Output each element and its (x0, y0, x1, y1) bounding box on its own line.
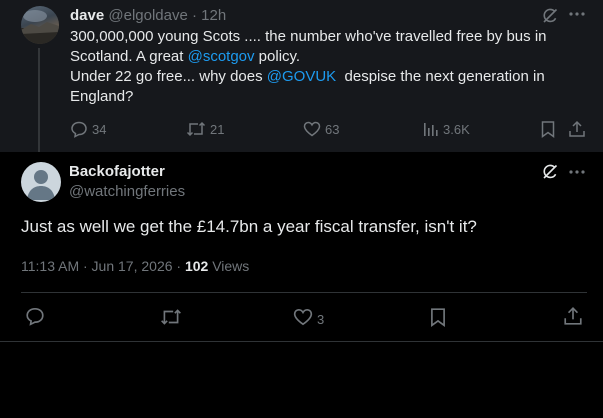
views-icon (421, 120, 439, 138)
grok-icon[interactable] (541, 7, 559, 25)
tweet-text-line: Scotland. A great @scotgov policy. (70, 47, 595, 67)
like-button[interactable]: 3 (293, 307, 324, 327)
mention-govuk[interactable]: @GOVUK (267, 68, 336, 85)
repost-count: 21 (210, 121, 225, 137)
avatar[interactable] (21, 6, 59, 44)
divider (0, 341, 603, 342)
views-count: 3.6K (443, 121, 470, 137)
share-icon[interactable] (563, 306, 583, 326)
reply-button[interactable]: 34 (70, 120, 106, 138)
repost-button[interactable]: 21 (186, 120, 224, 138)
divider (21, 292, 587, 293)
tweet-text-segment: Scotland. A great (70, 48, 188, 65)
mention-scotgov[interactable]: @scotgov (188, 48, 255, 65)
views-label: Views (208, 258, 250, 274)
like-count: 63 (325, 121, 340, 137)
bookmark-icon[interactable] (428, 307, 448, 327)
handle[interactable]: @watchingferries (69, 183, 185, 200)
avatar[interactable] (21, 162, 61, 202)
time[interactable]: 12h (201, 7, 226, 24)
like-button[interactable]: 63 (303, 120, 339, 138)
tweet-text-segment: Under 22 go free... why does (70, 68, 267, 85)
author-line: dave @elgoldave · 12h (70, 7, 226, 24)
more-icon[interactable] (569, 170, 585, 174)
tweet-text: 300,000,000 young Scots .... the number … (70, 27, 595, 107)
tweet-text-line: Under 22 go free... why does @GOVUK desp… (70, 67, 595, 87)
reply-icon[interactable] (25, 306, 45, 326)
like-count: 3 (317, 311, 325, 327)
repost-icon[interactable] (160, 307, 182, 327)
like-icon (293, 307, 313, 327)
tweet-text-line: England? (70, 88, 134, 105)
handle[interactable]: @elgoldave (108, 7, 187, 24)
display-name[interactable]: dave (70, 7, 104, 24)
tweet-text-segment: policy. (254, 48, 301, 65)
thread-line (38, 48, 40, 152)
tweet-text: Just as well we get the £14.7bn a year f… (21, 217, 477, 236)
grok-icon[interactable] (541, 163, 559, 181)
views-button[interactable]: 3.6K (421, 120, 470, 138)
separator: · (192, 7, 197, 24)
parent-tweet[interactable]: dave @elgoldave · 12h 300,000,000 young … (0, 0, 603, 152)
like-icon (303, 120, 321, 138)
share-icon[interactable] (568, 120, 586, 138)
timestamp[interactable]: 11:13 AM · Jun 17, 2026 · (21, 258, 185, 274)
reply-icon (70, 120, 88, 138)
tweet-text-segment: despise the next generation in (336, 68, 545, 85)
bookmark-icon[interactable] (539, 120, 557, 138)
views-count: 102 (184, 258, 209, 274)
display-name[interactable]: Backofajotter (69, 163, 165, 180)
tweet-text-line: 300,000,000 young Scots .... the number … (70, 28, 547, 45)
more-icon[interactable] (569, 12, 585, 16)
tweet-meta: 11:13 AM · Jun 17, 2026 · 102 Views (21, 258, 249, 274)
reply-count: 34 (92, 121, 107, 137)
repost-icon (186, 120, 206, 138)
